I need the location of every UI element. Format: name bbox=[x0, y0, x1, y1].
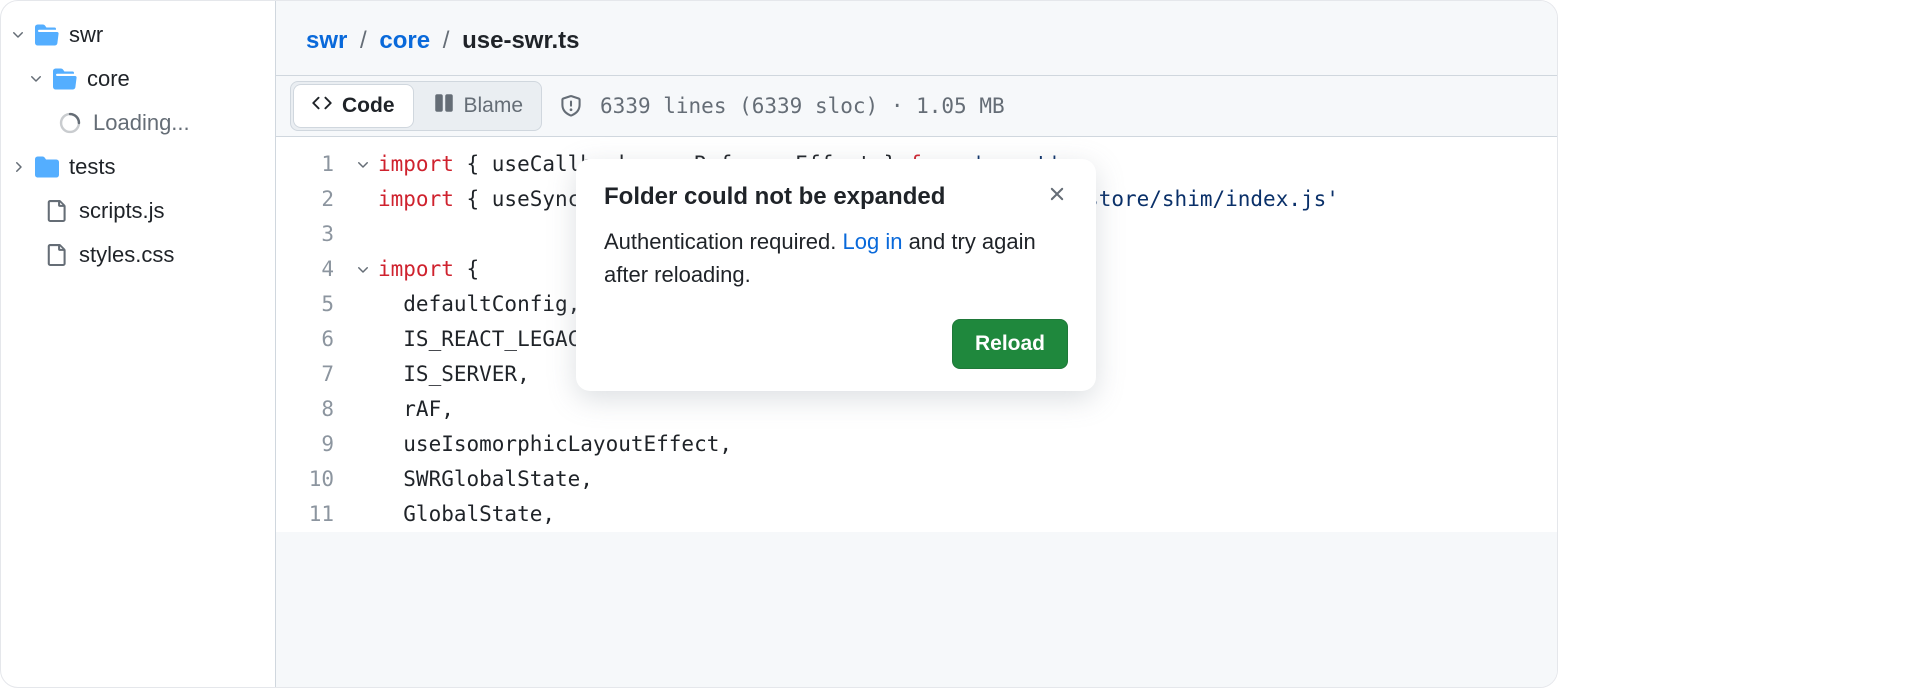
tree-item-core[interactable]: core bbox=[1, 57, 275, 101]
breadcrumb-sep: / bbox=[360, 27, 367, 54]
tree-item-styles[interactable]: styles.css bbox=[1, 233, 275, 277]
code-line: 10 SWRGlobalState, bbox=[276, 462, 1557, 497]
code-line: 9 useIsomorphicLayoutEffect, bbox=[276, 427, 1557, 462]
tree-label: scripts.js bbox=[79, 198, 165, 224]
code-text: defaultConfig, bbox=[378, 287, 580, 322]
line-number[interactable]: 5 bbox=[276, 287, 348, 322]
line-number[interactable]: 4 bbox=[276, 252, 348, 287]
code-text: useIsomorphicLayoutEffect, bbox=[378, 427, 732, 462]
file-tree: swr core bbox=[1, 1, 276, 687]
breadcrumb-current: use-swr.ts bbox=[462, 27, 579, 54]
login-link[interactable]: Log in bbox=[843, 229, 903, 254]
blame-tab-label: Blame bbox=[464, 94, 524, 118]
line-number[interactable]: 6 bbox=[276, 322, 348, 357]
main-panel: swr / core / use-swr.ts Code Blame bbox=[276, 1, 1557, 687]
line-number[interactable]: 7 bbox=[276, 357, 348, 392]
code-tab[interactable]: Code bbox=[294, 85, 413, 127]
code-text: GlobalState, bbox=[378, 497, 555, 532]
file-stats: 6339 lines (6339 sloc) · 1.05 MB bbox=[600, 94, 1005, 118]
code-line: 8 rAF, bbox=[276, 392, 1557, 427]
breadcrumb: swr / core / use-swr.ts bbox=[276, 1, 1557, 75]
fold-toggle[interactable] bbox=[348, 157, 378, 173]
file-toolbar: Code Blame 6339 lines (6339 sloc) · 1.05… bbox=[276, 75, 1557, 137]
tree-item-tests[interactable]: tests bbox=[1, 145, 275, 189]
chevron-down-icon bbox=[7, 24, 29, 46]
line-number[interactable]: 1 bbox=[276, 147, 348, 182]
blame-icon bbox=[434, 93, 454, 119]
view-toggle: Code Blame bbox=[290, 81, 542, 131]
line-number[interactable]: 3 bbox=[276, 217, 348, 252]
breadcrumb-root[interactable]: swr bbox=[306, 27, 347, 54]
folder-open-icon bbox=[35, 23, 59, 47]
tree-label: tests bbox=[69, 154, 115, 180]
tree-label: swr bbox=[69, 22, 103, 48]
chevron-down-icon bbox=[25, 68, 47, 90]
code-text: rAF, bbox=[378, 392, 454, 427]
error-dialog: Folder could not be expanded Authenticat… bbox=[576, 159, 1096, 391]
line-number[interactable]: 10 bbox=[276, 462, 348, 497]
breadcrumb-sep: / bbox=[443, 27, 450, 54]
dialog-body: Authentication required. Log in and try … bbox=[604, 225, 1068, 291]
code-icon bbox=[312, 93, 332, 119]
chevron-right-icon bbox=[7, 156, 29, 178]
shield-icon[interactable] bbox=[560, 95, 582, 117]
dialog-title: Folder could not be expanded bbox=[604, 183, 945, 211]
reload-button[interactable]: Reload bbox=[952, 319, 1068, 369]
code-line: 11 GlobalState, bbox=[276, 497, 1557, 532]
line-number[interactable]: 8 bbox=[276, 392, 348, 427]
code-text: SWRGlobalState, bbox=[378, 462, 593, 497]
app-frame: swr core bbox=[0, 0, 1558, 688]
line-number[interactable]: 9 bbox=[276, 427, 348, 462]
tree-item-loading: Loading... bbox=[1, 101, 275, 145]
code-tab-label: Code bbox=[342, 94, 395, 118]
code-text: import { bbox=[378, 252, 479, 287]
tree-label: core bbox=[87, 66, 130, 92]
file-icon bbox=[45, 200, 67, 222]
code-text: IS_REACT_LEGACY, bbox=[378, 322, 606, 357]
tree-item-swr[interactable]: swr bbox=[1, 13, 275, 57]
tree-label: styles.css bbox=[79, 242, 174, 268]
close-icon[interactable] bbox=[1046, 183, 1068, 205]
fold-toggle[interactable] bbox=[348, 262, 378, 278]
breadcrumb-folder[interactable]: core bbox=[379, 27, 430, 54]
line-number[interactable]: 11 bbox=[276, 497, 348, 532]
loading-label: Loading... bbox=[93, 110, 190, 136]
folder-open-icon bbox=[53, 67, 77, 91]
spinner-icon bbox=[59, 112, 81, 134]
line-number[interactable]: 2 bbox=[276, 182, 348, 217]
file-icon bbox=[45, 244, 67, 266]
tree-item-scripts[interactable]: scripts.js bbox=[1, 189, 275, 233]
folder-icon bbox=[35, 155, 59, 179]
blame-tab[interactable]: Blame bbox=[416, 82, 542, 130]
code-text: IS_SERVER, bbox=[378, 357, 530, 392]
dialog-body-prefix: Authentication required. bbox=[604, 229, 843, 254]
